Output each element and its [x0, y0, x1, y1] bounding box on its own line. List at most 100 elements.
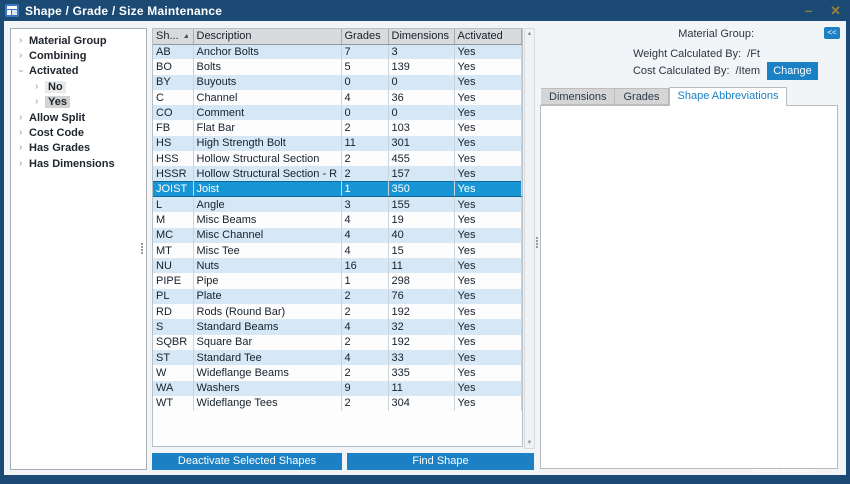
- table-row[interactable]: MC Misc Channel 4 40 Yes: [153, 228, 522, 243]
- cell-grades: 9: [341, 381, 388, 396]
- chevron-icon[interactable]: [19, 143, 29, 153]
- splitter-grip-left[interactable]: [141, 243, 143, 245]
- cell-grades: 2: [341, 166, 388, 181]
- tree-item[interactable]: Activated: [11, 64, 146, 79]
- tree-item[interactable]: Cost Code: [11, 125, 146, 140]
- table-row[interactable]: BY Buyouts 0 0 Yes: [153, 75, 522, 90]
- cell-description: Comment: [193, 105, 341, 120]
- table-row[interactable]: W Wideflange Beams 2 335 Yes: [153, 365, 522, 380]
- table-row[interactable]: HS High Strength Bolt 11 301 Yes: [153, 136, 522, 151]
- cell-shape: C: [153, 90, 193, 105]
- column-header-dimensions[interactable]: Dimensions: [388, 29, 454, 44]
- table-row[interactable]: NU Nuts 16 11 Yes: [153, 258, 522, 273]
- cell-activated: Yes: [454, 182, 522, 197]
- cell-dimensions: 139: [388, 59, 454, 74]
- cell-grades: 4: [341, 243, 388, 258]
- table-row[interactable]: JOIST Joist 1 350 Yes: [153, 182, 522, 197]
- column-header-shape[interactable]: Sh...▲: [153, 29, 193, 44]
- cell-description: Wideflange Tees: [193, 396, 341, 411]
- chevron-icon[interactable]: [19, 113, 29, 123]
- tree-item[interactable]: Has Dimensions: [11, 156, 146, 171]
- table-row[interactable]: HSSR Hollow Structural Section - R 2 157…: [153, 166, 522, 181]
- tab[interactable]: Dimensions: [541, 88, 615, 105]
- filter-tree-panel: Material Group Combining Activated No Ye…: [10, 28, 147, 470]
- table-row[interactable]: WA Washers 9 11 Yes: [153, 381, 522, 396]
- table-scrollbar[interactable]: ▲ ▼: [524, 28, 535, 449]
- table-row[interactable]: RD Rods (Round Bar) 2 192 Yes: [153, 304, 522, 319]
- deactivate-selected-shapes-button[interactable]: Deactivate Selected Shapes: [152, 453, 342, 470]
- table-row[interactable]: PIPE Pipe 1 298 Yes: [153, 273, 522, 288]
- table-row[interactable]: ST Standard Tee 4 33 Yes: [153, 350, 522, 365]
- column-header-grades[interactable]: Grades: [341, 29, 388, 44]
- collapse-panel-button[interactable]: <<: [824, 27, 840, 39]
- tree-item-label: Has Grades: [29, 142, 90, 154]
- cell-grades: 4: [341, 90, 388, 105]
- table-row[interactable]: WT Wideflange Tees 2 304 Yes: [153, 396, 522, 411]
- cell-shape: RD: [153, 304, 193, 319]
- cell-grades: 0: [341, 75, 388, 90]
- find-shape-button[interactable]: Find Shape: [347, 453, 534, 470]
- table-row[interactable]: BO Bolts 5 139 Yes: [153, 59, 522, 74]
- tab[interactable]: Shape Abbreviations: [669, 87, 788, 106]
- cell-grades: 4: [341, 228, 388, 243]
- close-icon[interactable]: ✕: [821, 0, 850, 21]
- cell-shape: MC: [153, 228, 193, 243]
- cell-description: Rods (Round Bar): [193, 304, 341, 319]
- cell-shape: BO: [153, 59, 193, 74]
- minimize-icon[interactable]: –: [796, 0, 821, 21]
- scroll-up-icon[interactable]: ▲: [525, 31, 534, 37]
- tree-item[interactable]: Allow Split: [11, 110, 146, 125]
- cost-calculated-label: Cost Calculated By:: [633, 65, 730, 77]
- chevron-icon[interactable]: [19, 159, 29, 169]
- tree-item[interactable]: No: [11, 79, 146, 94]
- tree-item[interactable]: Combining: [11, 48, 146, 63]
- cell-description: Angle: [193, 197, 341, 212]
- cell-grades: 4: [341, 212, 388, 227]
- cell-activated: Yes: [454, 120, 522, 135]
- splitter-grip-right[interactable]: [536, 237, 538, 239]
- title-bar: Shape / Grade / Size Maintenance – ✕: [0, 0, 850, 21]
- column-header-activated[interactable]: Activated: [454, 29, 522, 44]
- tree-item-label: Has Dimensions: [29, 158, 115, 170]
- table-row[interactable]: PL Plate 2 76 Yes: [153, 289, 522, 304]
- cell-dimensions: 3: [388, 44, 454, 59]
- cell-shape: PL: [153, 289, 193, 304]
- cell-description: Flat Bar: [193, 120, 341, 135]
- tree-item[interactable]: Material Group: [11, 33, 146, 48]
- tree-item-label: Combining: [29, 50, 86, 62]
- chevron-icon[interactable]: [35, 97, 45, 107]
- chevron-icon[interactable]: [19, 51, 29, 61]
- cell-shape: HSSR: [153, 166, 193, 181]
- app-icon: [5, 4, 19, 17]
- cell-description: Misc Tee: [193, 243, 341, 258]
- chevron-icon[interactable]: [19, 66, 29, 76]
- table-row[interactable]: CO Comment 0 0 Yes: [153, 105, 522, 120]
- scroll-down-icon[interactable]: ▼: [525, 440, 534, 446]
- table-row[interactable]: FB Flat Bar 2 103 Yes: [153, 120, 522, 135]
- cell-dimensions: 11: [388, 258, 454, 273]
- tab[interactable]: Grades: [615, 88, 668, 105]
- table-row[interactable]: M Misc Beams 4 19 Yes: [153, 212, 522, 227]
- column-header-description[interactable]: Description: [193, 29, 341, 44]
- cell-grades: 4: [341, 319, 388, 334]
- tree-item-label: Activated: [29, 65, 79, 77]
- chevron-icon[interactable]: [35, 82, 45, 92]
- table-row[interactable]: L Angle 3 155 Yes: [153, 197, 522, 212]
- cell-description: Hollow Structural Section: [193, 151, 341, 166]
- cost-calculated-value: /Item: [736, 65, 760, 77]
- tree-item[interactable]: Yes: [11, 95, 146, 110]
- change-button[interactable]: Change: [767, 62, 818, 80]
- cell-description: Hollow Structural Section - R: [193, 166, 341, 181]
- tree-item[interactable]: Has Grades: [11, 141, 146, 156]
- cell-description: High Strength Bolt: [193, 136, 341, 151]
- chevron-icon[interactable]: [19, 36, 29, 46]
- table-row[interactable]: C Channel 4 36 Yes: [153, 90, 522, 105]
- table-row[interactable]: MT Misc Tee 4 15 Yes: [153, 243, 522, 258]
- table-row[interactable]: SQBR Square Bar 2 192 Yes: [153, 335, 522, 350]
- cell-grades: 2: [341, 120, 388, 135]
- chevron-icon[interactable]: [19, 128, 29, 138]
- table-row[interactable]: HSS Hollow Structural Section 2 455 Yes: [153, 151, 522, 166]
- table-row[interactable]: S Standard Beams 4 32 Yes: [153, 319, 522, 334]
- table-row[interactable]: AB Anchor Bolts 7 3 Yes: [153, 44, 522, 59]
- cell-shape: NU: [153, 258, 193, 273]
